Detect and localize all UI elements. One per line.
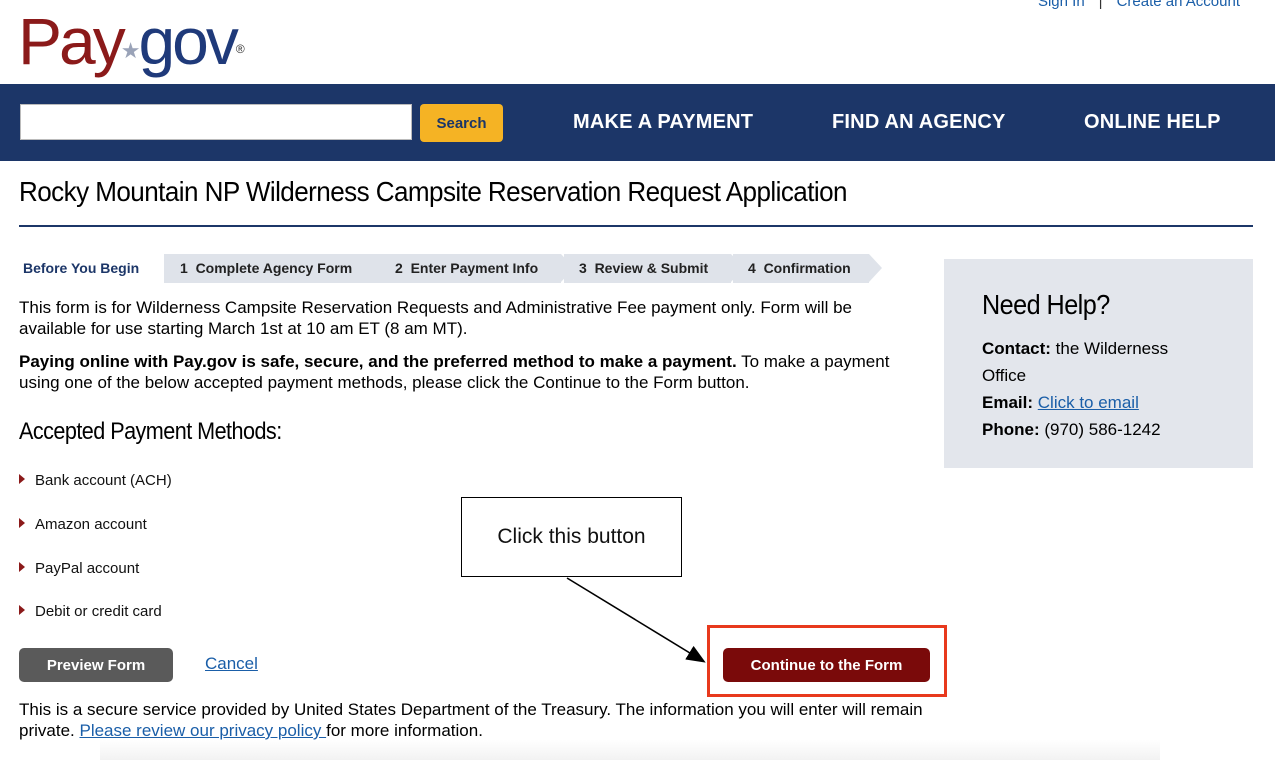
- bottom-fade: [100, 740, 1160, 760]
- security-notice: This is a secure service provided by Uni…: [19, 699, 939, 741]
- privacy-policy-link[interactable]: Please review our privacy policy: [79, 721, 326, 740]
- help-phone: Phone: (970) 586-1242: [982, 416, 1161, 443]
- help-contact: Contact: the Wilderness: [982, 335, 1168, 362]
- phone-label: Phone:: [982, 420, 1040, 439]
- help-email: Email: Click to email: [982, 389, 1139, 416]
- contact-value: the Wilderness: [1050, 339, 1169, 358]
- help-contact-cont: Office: [982, 366, 1027, 385]
- email-link[interactable]: Click to email: [1038, 393, 1139, 412]
- email-label: Email:: [982, 393, 1034, 412]
- phone-value: (970) 586-1242: [1039, 420, 1161, 439]
- help-title: Need Help?: [982, 289, 1110, 320]
- instruction-callout: Click this button: [461, 497, 682, 577]
- need-help-panel: Need Help? Contact: the Wilderness Offic…: [944, 259, 1253, 468]
- contact-label: Contact:: [982, 339, 1051, 358]
- security-notice-end: for more information.: [326, 721, 483, 740]
